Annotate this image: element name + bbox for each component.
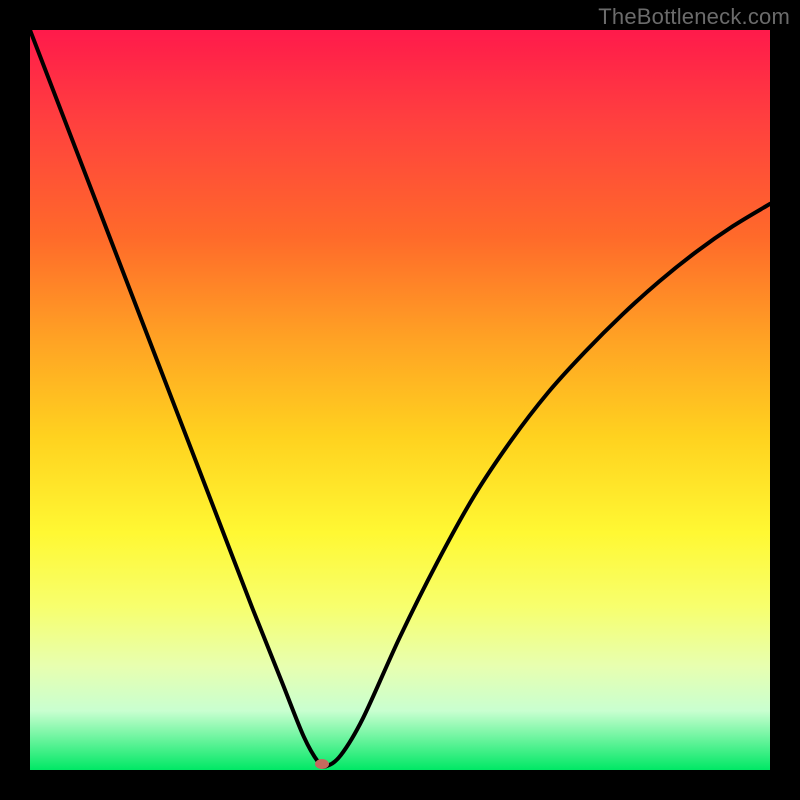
watermark-text: TheBottleneck.com (598, 4, 790, 30)
plot-area (30, 30, 770, 770)
optimal-point-marker (315, 759, 329, 769)
chart-frame: TheBottleneck.com (0, 0, 800, 800)
bottleneck-curve (30, 30, 770, 770)
